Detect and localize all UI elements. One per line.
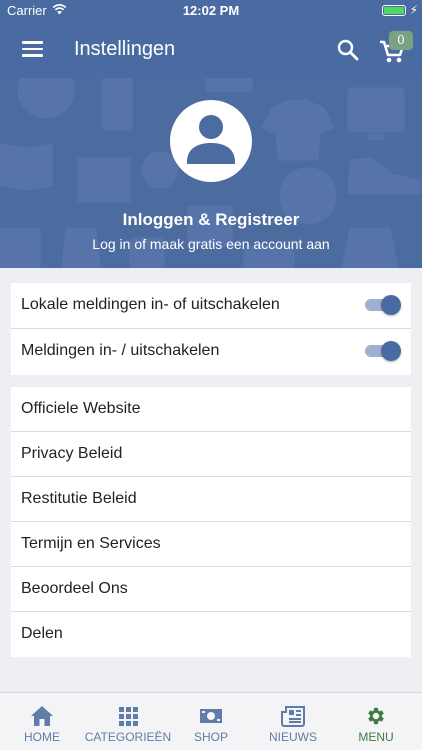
- search-icon[interactable]: [336, 38, 360, 62]
- push-notifications-row: Meldingen in- / uitschakelen: [11, 329, 411, 375]
- local-notifications-toggle[interactable]: [365, 295, 401, 315]
- cart-count-badge: 0: [389, 31, 413, 50]
- tab-home-label: HOME: [24, 730, 60, 744]
- local-notifications-row: Lokale meldingen in- of uitschakelen: [11, 283, 411, 329]
- tab-categories-label: CATEGORIEËN: [84, 730, 172, 744]
- login-title[interactable]: Inloggen & Registreer: [0, 210, 422, 230]
- local-notifications-label: Lokale meldingen in- of uitschakelen: [21, 296, 280, 313]
- push-notifications-label: Meldingen in- / uitschakelen: [21, 342, 220, 359]
- tab-shop[interactable]: SHOP: [172, 693, 250, 750]
- list-item-refund-policy[interactable]: Restitutie Beleid: [11, 477, 411, 522]
- grid-icon: [119, 707, 138, 726]
- tab-categories[interactable]: CATEGORIEËN: [84, 693, 172, 750]
- user-icon: [187, 115, 235, 164]
- tab-news-label: NIEUWS: [269, 730, 317, 744]
- tab-menu-label: MENU: [358, 730, 394, 744]
- list-item-official-website[interactable]: Officiele Website: [11, 387, 411, 432]
- bottom-tab-bar: HOME CATEGORIEËN SHOP NIEUWS MENU: [0, 692, 422, 750]
- app-bar: Instellingen 0: [0, 22, 422, 78]
- tab-shop-label: SHOP: [193, 730, 228, 744]
- login-header[interactable]: Inloggen & Registreer Log in of maak gra…: [0, 78, 422, 268]
- gear-icon: [368, 707, 384, 725]
- tab-news[interactable]: NIEUWS: [250, 693, 336, 750]
- home-icon: [31, 706, 53, 726]
- page-title: Instellingen: [74, 38, 176, 60]
- list-item-privacy-policy[interactable]: Privacy Beleid: [11, 432, 411, 477]
- notification-settings-card: Lokale meldingen in- of uitschakelen Mel…: [11, 283, 411, 375]
- status-bar: Carrier 12:02 PM ⚡: [0, 0, 422, 22]
- list-item-share[interactable]: Delen: [11, 612, 411, 657]
- money-icon: [200, 709, 222, 723]
- push-notifications-toggle[interactable]: [365, 341, 401, 361]
- charging-icon: ⚡: [409, 3, 418, 17]
- status-time: 12:02 PM: [182, 3, 240, 18]
- tab-menu[interactable]: MENU: [336, 693, 416, 750]
- newspaper-icon: [281, 706, 305, 727]
- hamburger-menu-button[interactable]: [22, 41, 43, 57]
- list-item-terms-services[interactable]: Termijn en Services: [11, 522, 411, 567]
- list-item-rate-us[interactable]: Beoordeel Ons: [11, 567, 411, 612]
- login-subtitle: Log in of maak gratis een account aan: [92, 236, 330, 252]
- battery-icon: [382, 5, 406, 16]
- avatar[interactable]: [170, 100, 252, 182]
- links-card: Officiele Website Privacy Beleid Restitu…: [11, 387, 411, 657]
- tab-home[interactable]: HOME: [0, 693, 84, 750]
